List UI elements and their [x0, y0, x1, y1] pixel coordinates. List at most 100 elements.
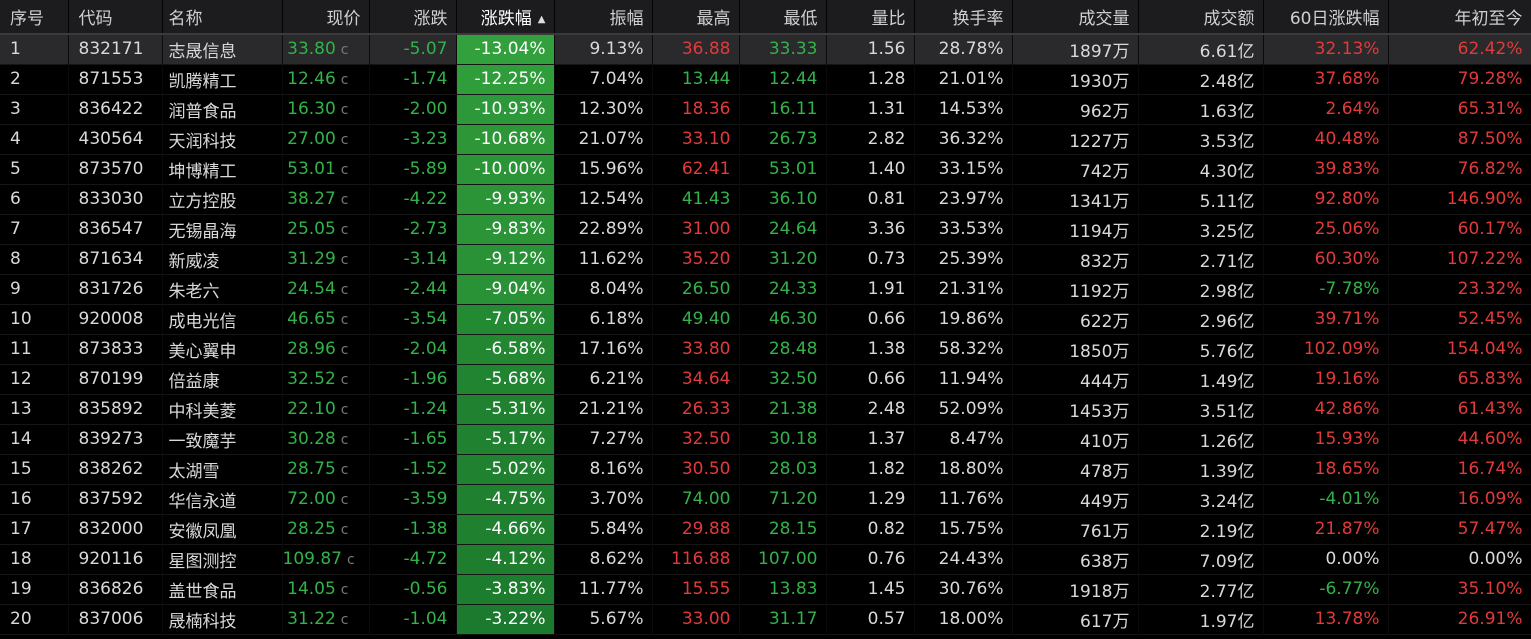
cell-amplitude: 3.70%	[554, 484, 653, 514]
col-header-amount[interactable]: 成交额	[1138, 0, 1264, 35]
cell-low: 28.48	[739, 334, 827, 364]
cell-amplitude: 7.27%	[554, 424, 653, 454]
cell-code: 833030	[68, 184, 163, 214]
price-value: 46.65	[287, 309, 336, 329]
table-row[interactable]: 17 832000 安徽凤凰 28.25 c -1.38 -4.66% 5.84% 29.88 2…	[0, 514, 1531, 544]
cell-volume-ratio: 1.82	[826, 454, 915, 484]
table-row[interactable]: 4 430564 天润科技 27.00 c -3.23 -10.68% 21.07% 33.10…	[0, 124, 1531, 154]
cell-price: 109.87 c	[282, 544, 370, 574]
cell-ytd-change: 154.04%	[1388, 334, 1531, 364]
cell-60d-change: 13.78%	[1263, 604, 1389, 634]
table-row[interactable]: 8 871634 新威凌 31.29 c -3.14 -9.12% 11.62% 35.20 31…	[0, 244, 1531, 274]
table-row[interactable]: 13 835892 中科美菱 22.10 c -1.24 -5.31% 21.21% 26.33…	[0, 394, 1531, 424]
cell-high: 41.43	[652, 184, 740, 214]
stock-ranking-table: 序号 代码 名称 现价 涨跌 涨跌幅 ▲ 振幅 最高 最低 量比 换手率 成交量 …	[0, 0, 1531, 635]
cell-index: 3	[0, 94, 69, 124]
price-marker-icon: c	[340, 252, 349, 268]
cell-change: -1.65	[369, 424, 457, 454]
cell-code: 832000	[68, 514, 163, 544]
cell-change: -3.59	[369, 484, 457, 514]
col-header-volume-ratio[interactable]: 量比	[826, 0, 915, 35]
col-header-amplitude[interactable]: 振幅	[554, 0, 653, 35]
col-header-high[interactable]: 最高	[652, 0, 740, 35]
cell-price: 12.46 c	[282, 64, 370, 94]
cell-amount: 3.25亿	[1138, 214, 1264, 244]
cell-amount: 1.39亿	[1138, 454, 1264, 484]
table-row[interactable]: 12 870199 倍益康 32.52 c -1.96 -5.68% 6.21% 34.64 32…	[0, 364, 1531, 394]
cell-name: 太湖雪	[162, 454, 283, 484]
cell-ytd-change: 23.32%	[1388, 274, 1531, 304]
cell-index: 5	[0, 154, 69, 184]
col-header-code[interactable]: 代码	[68, 0, 163, 35]
cell-60d-change: 92.80%	[1263, 184, 1389, 214]
cell-ytd-change: 76.82%	[1388, 154, 1531, 184]
col-header-index[interactable]: 序号	[0, 0, 69, 35]
cell-low: 28.15	[739, 514, 827, 544]
col-header-60d-change[interactable]: 60日涨跌幅	[1263, 0, 1389, 35]
col-header-turnover[interactable]: 换手率	[914, 0, 1013, 35]
col-header-ytd-change[interactable]: 年初至今	[1388, 0, 1531, 35]
cell-ytd-change: 62.42%	[1388, 34, 1531, 64]
cell-low: 13.83	[739, 574, 827, 604]
col-label: 成交额	[1203, 9, 1255, 29]
table-row[interactable]: 10 920008 成电光信 46.65 c -3.54 -7.05% 6.18% 49.40 4…	[0, 304, 1531, 334]
cell-index: 18	[0, 544, 69, 574]
cell-code: 430564	[68, 124, 163, 154]
cell-index: 19	[0, 574, 69, 604]
table-row[interactable]: 19 836826 盖世食品 14.05 c -0.56 -3.83% 11.77% 15.55…	[0, 574, 1531, 604]
table-row[interactable]: 18 920116 星图测控 109.87 c -4.72 -4.12% 8.62% 116.8…	[0, 544, 1531, 574]
table-row[interactable]: 3 836422 润普食品 16.30 c -2.00 -10.93% 12.30% 18.36…	[0, 94, 1531, 124]
cell-high: 62.41	[652, 154, 740, 184]
cell-60d-change: 15.93%	[1263, 424, 1389, 454]
table-row[interactable]: 15 838262 太湖雪 28.75 c -1.52 -5.02% 8.16% 30.50 28…	[0, 454, 1531, 484]
col-header-name[interactable]: 名称	[162, 0, 283, 35]
cell-change-pct: -12.25%	[456, 64, 555, 94]
cell-low: 30.18	[739, 424, 827, 454]
cell-index: 14	[0, 424, 69, 454]
table-row[interactable]: 7 836547 无锡晶海 25.05 c -2.73 -9.83% 22.89% 31.00 2…	[0, 214, 1531, 244]
table-row[interactable]: 11 873833 美心翼申 28.96 c -2.04 -6.58% 17.16% 33.80…	[0, 334, 1531, 364]
cell-volume: 444万	[1012, 364, 1139, 394]
cell-name: 朱老六	[162, 274, 283, 304]
cell-price: 53.01 c	[282, 154, 370, 184]
cell-volume-ratio: 1.28	[826, 64, 915, 94]
table-row[interactable]: 9 831726 朱老六 24.54 c -2.44 -9.04% 8.04% 26.50 24.…	[0, 274, 1531, 304]
cell-price: 28.75 c	[282, 454, 370, 484]
table-row[interactable]: 1 832171 志晟信息 33.80 c -5.07 -13.04% 9.13% 36.88 3…	[0, 34, 1531, 64]
price-marker-icon: c	[340, 132, 349, 148]
sort-asc-icon: ▲	[537, 14, 546, 25]
cell-name: 天润科技	[162, 124, 283, 154]
table-row[interactable]: 16 837592 华信永道 72.00 c -3.59 -4.75% 3.70% 74.00 7…	[0, 484, 1531, 514]
cell-volume: 1930万	[1012, 64, 1139, 94]
cell-60d-change: -4.01%	[1263, 484, 1389, 514]
cell-volume-ratio: 1.56	[826, 34, 915, 64]
cell-volume-ratio: 0.73	[826, 244, 915, 274]
cell-volume: 638万	[1012, 544, 1139, 574]
cell-change-pct: -9.83%	[456, 214, 555, 244]
cell-price: 14.05 c	[282, 574, 370, 604]
table-row[interactable]: 2 871553 凯腾精工 12.46 c -1.74 -12.25% 7.04% 13.44 1…	[0, 64, 1531, 94]
cell-high: 34.64	[652, 364, 740, 394]
cell-turnover: 8.47%	[914, 424, 1013, 454]
table-row[interactable]: 14 839273 一致魔芋 30.28 c -1.65 -5.17% 7.27% 32.50 3…	[0, 424, 1531, 454]
price-value: 32.52	[287, 369, 336, 389]
cell-change: -2.73	[369, 214, 457, 244]
cell-price: 33.80 c	[282, 34, 370, 64]
col-header-volume[interactable]: 成交量	[1012, 0, 1139, 35]
cell-high: 49.40	[652, 304, 740, 334]
table-row[interactable]: 6 833030 立方控股 38.27 c -4.22 -9.93% 12.54% 41.43 3…	[0, 184, 1531, 214]
table-row[interactable]: 5 873570 坤博精工 53.01 c -5.89 -10.00% 15.96% 62.41…	[0, 154, 1531, 184]
cell-volume: 617万	[1012, 604, 1139, 634]
col-header-change[interactable]: 涨跌	[369, 0, 457, 35]
cell-change-pct: -5.02%	[456, 454, 555, 484]
table-row[interactable]: 20 837006 晟楠科技 31.22 c -1.04 -3.22% 5.67% 33.00 3…	[0, 604, 1531, 634]
cell-index: 4	[0, 124, 69, 154]
cell-amplitude: 15.96%	[554, 154, 653, 184]
col-label: 最低	[783, 9, 818, 29]
cell-amount: 3.51亿	[1138, 394, 1264, 424]
cell-volume-ratio: 2.48	[826, 394, 915, 424]
cell-volume-ratio: 1.38	[826, 334, 915, 364]
col-header-price[interactable]: 现价	[282, 0, 370, 35]
col-header-low[interactable]: 最低	[739, 0, 827, 35]
col-header-change-pct[interactable]: 涨跌幅 ▲	[456, 0, 555, 35]
